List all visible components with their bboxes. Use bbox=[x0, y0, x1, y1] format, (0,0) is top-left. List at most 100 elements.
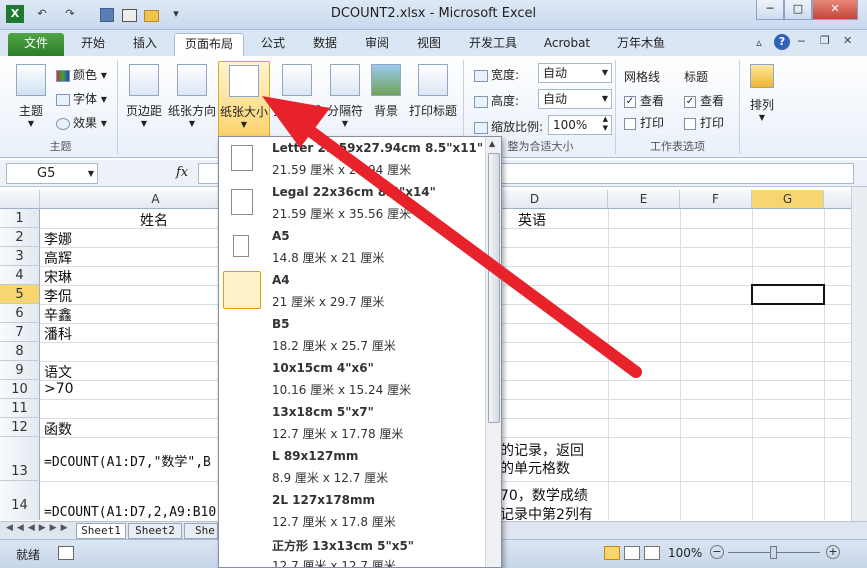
cell-a13[interactable]: =DCOUNT(A1:D7,"数学",B bbox=[44, 451, 211, 470]
zoom-slider-thumb[interactable] bbox=[770, 546, 777, 559]
chevron-down-icon[interactable]: ▼ bbox=[602, 90, 608, 108]
zoom-level[interactable]: 100% bbox=[668, 546, 702, 560]
cell-d14-line1[interactable]: 70，数学成绩 bbox=[500, 485, 588, 505]
width-combo[interactable]: 自动 ▼ bbox=[538, 63, 612, 83]
dropdown-scrollbar[interactable]: ▲ bbox=[485, 137, 501, 567]
cell-a2[interactable]: 李娜 bbox=[44, 229, 72, 249]
breaks-button[interactable]: 分隔符 ▼ bbox=[322, 64, 368, 128]
scroll-up-icon[interactable]: ▲ bbox=[489, 139, 495, 148]
row-header-13[interactable]: 13 bbox=[0, 437, 40, 481]
row-header-5[interactable]: 5 bbox=[0, 285, 40, 304]
scale-spinner[interactable]: 100% ▲ ▼ bbox=[548, 115, 612, 135]
row-header-12[interactable]: 12 bbox=[0, 418, 40, 437]
gridlines-print-checkbox[interactable]: 打印 bbox=[624, 114, 664, 131]
paper-size-legal[interactable]: Legal 22x36cm 8.5"x14" 21.59 厘米 x 35.56 厘… bbox=[219, 181, 485, 225]
cell-a9[interactable]: 语文 bbox=[44, 362, 72, 382]
arrange-button[interactable]: 排列 ▼ bbox=[744, 64, 780, 122]
row-header-4[interactable]: 4 bbox=[0, 266, 40, 285]
help-icon[interactable]: ? bbox=[774, 34, 790, 50]
theme-fonts-button[interactable]: 字体 ▾ bbox=[56, 90, 107, 107]
name-box[interactable]: G5 ▼ bbox=[6, 163, 98, 184]
cell-a7[interactable]: 潘科 bbox=[44, 324, 72, 344]
row-header-6[interactable]: 6 bbox=[0, 304, 40, 323]
paper-size-10x15[interactable]: 10x15cm 4"x6" 10.16 厘米 x 15.24 厘米 bbox=[219, 357, 485, 401]
row-header-7[interactable]: 7 bbox=[0, 323, 40, 342]
row-header-3[interactable]: 3 bbox=[0, 247, 40, 266]
row-header-14[interactable]: 14 bbox=[0, 481, 40, 520]
chevron-down-icon[interactable]: ▼ bbox=[602, 64, 608, 82]
cell-a3[interactable]: 高辉 bbox=[44, 248, 72, 268]
cell-d13-line1[interactable]: 的记录，返回 bbox=[500, 440, 584, 460]
cell-a4[interactable]: 宋琳 bbox=[44, 267, 72, 287]
row-header-2[interactable]: 2 bbox=[0, 228, 40, 247]
tab-acrobat[interactable]: Acrobat bbox=[534, 33, 600, 56]
tab-scroll-icons[interactable]: ◀◀◀▶▶▶ bbox=[6, 523, 72, 533]
sheet-tab-sheet3[interactable]: She bbox=[184, 523, 218, 539]
background-button[interactable]: 背景 bbox=[368, 64, 404, 119]
paper-size-a4[interactable]: A4 21 厘米 x 29.7 厘米 bbox=[219, 269, 485, 313]
doc-minimize-icon[interactable]: ─ bbox=[798, 35, 805, 48]
cell-a5[interactable]: 李侃 bbox=[44, 286, 72, 306]
vertical-scrollbar[interactable] bbox=[851, 187, 867, 521]
minimize-ribbon-icon[interactable]: ▵ bbox=[752, 36, 766, 50]
col-header-e[interactable]: E bbox=[608, 190, 680, 209]
col-header-f[interactable]: F bbox=[680, 190, 752, 209]
select-all-corner[interactable] bbox=[0, 190, 40, 209]
tab-insert[interactable]: 插入 bbox=[122, 33, 168, 56]
paper-size-a5[interactable]: A5 14.8 厘米 x 21 厘米 bbox=[219, 225, 485, 269]
paper-size-letter[interactable]: Letter 21.59x27.94cm 8.5"x11" 21.59 厘米 x … bbox=[219, 137, 485, 181]
height-combo[interactable]: 自动 ▼ bbox=[538, 89, 612, 109]
headings-print-checkbox[interactable]: 打印 bbox=[684, 114, 724, 131]
print-titles-button[interactable]: 打印标题 bbox=[406, 64, 460, 119]
close-button[interactable]: ✕ bbox=[812, 0, 858, 20]
normal-view-icon[interactable] bbox=[604, 546, 620, 560]
row-header-11[interactable]: 11 bbox=[0, 399, 40, 418]
col-header-g[interactable]: G bbox=[752, 190, 824, 209]
active-cell-g5[interactable] bbox=[751, 284, 825, 305]
macro-record-icon[interactable] bbox=[58, 546, 74, 560]
row-header-8[interactable]: 8 bbox=[0, 342, 40, 361]
tab-home[interactable]: 开始 bbox=[70, 33, 116, 56]
paper-size-13x18[interactable]: 13x18cm 5"x7" 12.7 厘米 x 17.78 厘米 bbox=[219, 401, 485, 445]
tab-page-layout[interactable]: 页面布局 bbox=[174, 33, 244, 56]
cell-d1[interactable]: 英语 bbox=[518, 210, 546, 230]
fx-icon[interactable]: fx bbox=[176, 165, 188, 180]
sheet-tab-sheet2[interactable]: Sheet2 bbox=[128, 523, 182, 539]
minimize-button[interactable]: ─ bbox=[756, 0, 784, 20]
cell-a6[interactable]: 辛鑫 bbox=[44, 305, 72, 325]
row-header-1[interactable]: 1 bbox=[0, 209, 40, 228]
tab-developer[interactable]: 开发工具 bbox=[458, 33, 528, 56]
paper-size-l[interactable]: L 89x127mm 8.9 厘米 x 12.7 厘米 bbox=[219, 445, 485, 489]
zoom-out-button[interactable]: − bbox=[710, 545, 724, 559]
row-header-10[interactable]: 10 bbox=[0, 380, 40, 399]
paper-size-2l[interactable]: 2L 127x178mm 12.7 厘米 x 17.8 厘米 bbox=[219, 489, 485, 533]
spin-icon[interactable]: ▲ ▼ bbox=[603, 115, 608, 133]
tab-formulas[interactable]: 公式 bbox=[250, 33, 296, 56]
tab-wannian[interactable]: 万年木鱼 bbox=[606, 33, 676, 56]
tab-data[interactable]: 数据 bbox=[302, 33, 348, 56]
row-header-9[interactable]: 9 bbox=[0, 361, 40, 380]
maximize-button[interactable]: □ bbox=[784, 0, 812, 20]
page-layout-view-icon[interactable] bbox=[624, 546, 640, 560]
sheet-tab-sheet1[interactable]: Sheet1 bbox=[76, 523, 126, 539]
headings-view-checkbox[interactable]: ✓ 查看 bbox=[684, 92, 724, 109]
chevron-down-icon[interactable]: ▼ bbox=[88, 164, 94, 183]
paper-size-square[interactable]: 正方形 13x13cm 5"x5" 12.7 厘米 x 12.7 厘米 bbox=[219, 533, 485, 567]
paper-size-b5[interactable]: B5 18.2 厘米 x 25.7 厘米 bbox=[219, 313, 485, 357]
tab-view[interactable]: 视图 bbox=[406, 33, 452, 56]
cell-a12[interactable]: 函数 bbox=[44, 419, 72, 439]
cell-a1[interactable]: 姓名 bbox=[140, 210, 168, 230]
orientation-button[interactable]: 纸张方向 ▼ bbox=[166, 64, 218, 128]
theme-effects-button[interactable]: 效果 ▾ bbox=[56, 114, 107, 131]
tab-file[interactable]: 文件 bbox=[8, 33, 64, 56]
cell-d14-line2[interactable]: 记录中第2列有 bbox=[500, 504, 593, 520]
print-area-button[interactable]: 打印区域 ▼ bbox=[272, 64, 322, 128]
themes-button[interactable]: 主题 ▼ bbox=[10, 64, 52, 128]
doc-close-icon[interactable]: ✕ bbox=[843, 34, 852, 47]
margins-button[interactable]: 页边距 ▼ bbox=[122, 64, 166, 128]
zoom-in-button[interactable]: + bbox=[826, 545, 840, 559]
theme-colors-button[interactable]: 颜色 ▾ bbox=[56, 66, 107, 83]
cell-a10[interactable]: >70 bbox=[44, 381, 74, 397]
size-button[interactable]: 纸张大小 ▼ bbox=[218, 61, 270, 137]
cell-a14[interactable]: =DCOUNT(A1:D7,2,A9:B10 bbox=[44, 505, 216, 520]
